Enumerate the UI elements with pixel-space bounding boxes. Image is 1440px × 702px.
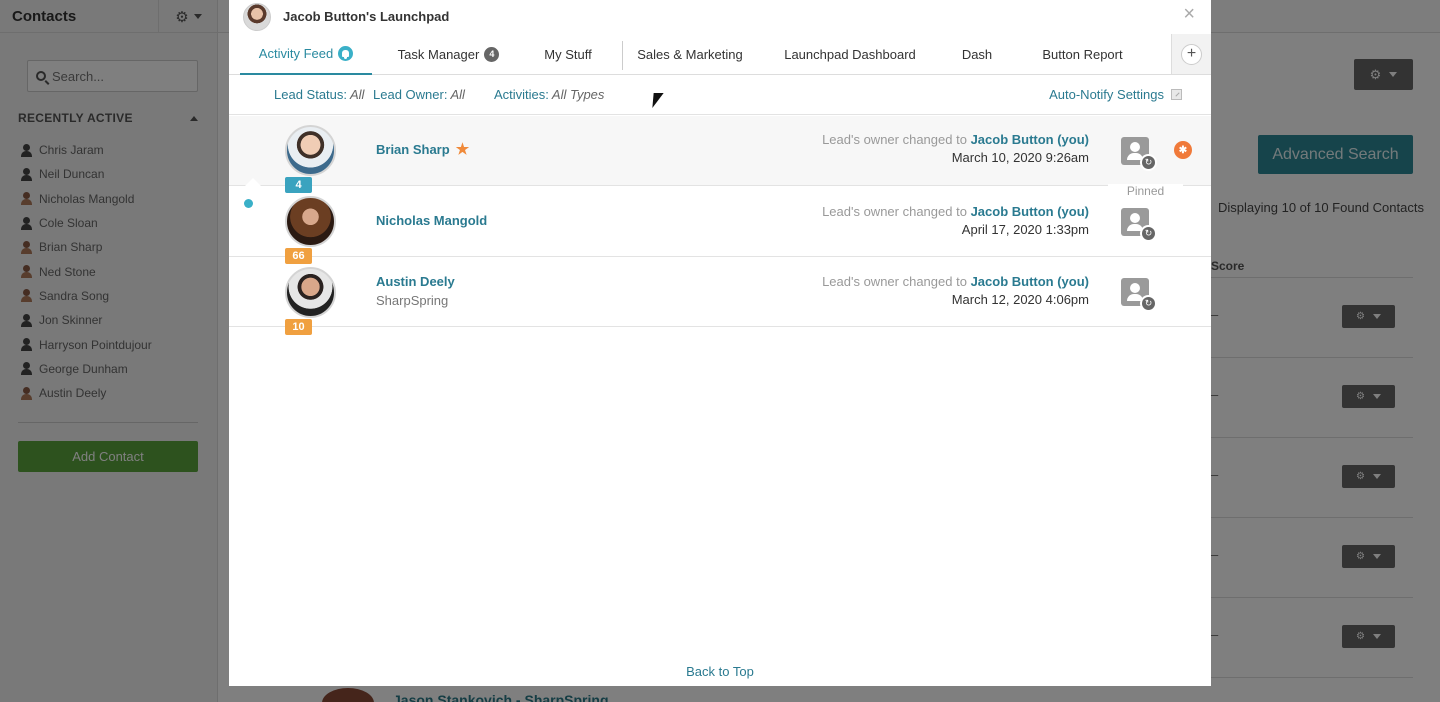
- launchpad-modal: Jacob Button's Launchpad × Activity Feed…: [229, 0, 1211, 686]
- contact-name-link[interactable]: Brian Sharp ★: [376, 142, 469, 157]
- activity-text: Lead's owner changed to: [822, 204, 967, 219]
- mouse-cursor-icon: [652, 93, 664, 108]
- close-icon[interactable]: ×: [1183, 2, 1195, 26]
- contact-name[interactable]: Austin Deely: [376, 274, 455, 289]
- lead-score-badge: 10: [285, 319, 312, 335]
- owner-link[interactable]: Jacob Button (you): [971, 204, 1089, 219]
- filter-label: Lead Owner:: [373, 87, 448, 102]
- tab-label: Button Report: [1042, 46, 1123, 62]
- tab-label: Dash: [961, 46, 993, 62]
- activity-timestamp: March 12, 2020 4:06pm: [951, 292, 1089, 307]
- contact-name[interactable]: Nicholas Mangold: [376, 213, 487, 228]
- launchpad-tabs: Activity Feed Task Manager 4 My Stuff Sa…: [229, 34, 1211, 75]
- pin-icon[interactable]: ✱: [1174, 141, 1192, 159]
- contact-avatar[interactable]: [285, 267, 336, 318]
- activity-timestamp: April 17, 2020 1:33pm: [961, 222, 1089, 237]
- tab-button-report[interactable]: Button Report: [1029, 34, 1136, 74]
- activity-text: Lead's owner changed to: [822, 132, 967, 147]
- contact-avatar[interactable]: [285, 125, 336, 176]
- activity-timestamp: March 10, 2020 9:26am: [951, 150, 1089, 165]
- filter-value: All: [350, 87, 365, 102]
- sync-icon: ↻: [1140, 295, 1157, 312]
- contact-company: SharpSpring: [376, 293, 449, 308]
- contact-name-link[interactable]: Nicholas Mangold: [376, 213, 487, 228]
- task-count-badge: 4: [484, 46, 500, 62]
- contact-avatar[interactable]: [285, 196, 336, 247]
- star-icon[interactable]: ★: [456, 142, 469, 157]
- sync-icon: ↻: [1140, 225, 1157, 242]
- tab-sales-marketing[interactable]: Sales & Marketing: [629, 34, 751, 74]
- owner-change-icon[interactable]: ↻: [1121, 278, 1157, 312]
- user-avatar: [243, 2, 271, 31]
- modal-title: Jacob Button's Launchpad: [283, 9, 450, 24]
- tab-task-manager[interactable]: Task Manager 4: [391, 34, 506, 74]
- tab-my-stuff[interactable]: My Stuff: [529, 34, 607, 74]
- tab-label: My Stuff: [544, 46, 592, 62]
- auto-notify-label: Auto-Notify Settings: [1049, 87, 1164, 102]
- owner-change-icon[interactable]: ↻: [1121, 137, 1157, 171]
- feed-item[interactable]: 66 Nicholas Mangold Lead's owner changed…: [229, 186, 1211, 264]
- owner-link[interactable]: Jacob Button (you): [971, 132, 1089, 147]
- tab-dash[interactable]: Dash: [947, 34, 1007, 74]
- pinned-notch: [245, 178, 261, 186]
- lead-owner-filter[interactable]: Lead Owner: All: [373, 87, 465, 102]
- contact-name-link[interactable]: Austin Deely: [376, 274, 455, 289]
- tab-label: Task Manager: [397, 46, 480, 62]
- filter-label: Activities:: [494, 87, 549, 102]
- filter-value: All: [450, 87, 465, 102]
- external-link-icon: [1171, 89, 1182, 100]
- owner-link[interactable]: Jacob Button (you): [971, 274, 1089, 289]
- filter-value: All Types: [551, 87, 605, 102]
- back-to-top-link[interactable]: Back to Top: [229, 664, 1211, 679]
- notification-bell-icon: [338, 46, 354, 61]
- unread-indicator: [244, 199, 253, 208]
- add-tab-button[interactable]: +: [1171, 34, 1211, 74]
- plus-icon: +: [1181, 43, 1202, 65]
- tab-label: Sales & Marketing: [637, 46, 743, 62]
- feed-item[interactable]: 10 Austin Deely SharpSpring Lead's owner…: [229, 257, 1211, 335]
- contact-name[interactable]: Brian Sharp: [376, 142, 450, 157]
- tab-label: Activity Feed: [258, 46, 334, 61]
- sync-icon: ↻: [1140, 154, 1157, 171]
- activity-text: Lead's owner changed to: [822, 274, 967, 289]
- activity-description: Lead's owner changed to Jacob Button (yo…: [822, 273, 1089, 309]
- tab-activity-feed[interactable]: Activity Feed: [240, 34, 372, 75]
- activity-description: Lead's owner changed to Jacob Button (yo…: [822, 131, 1089, 167]
- filter-label: Lead Status:: [274, 87, 347, 102]
- owner-change-icon[interactable]: ↻: [1121, 208, 1157, 242]
- tab-separator: [622, 41, 623, 70]
- lead-status-filter[interactable]: Lead Status: All: [274, 87, 364, 102]
- feed-filters: Lead Status: All Lead Owner: All Activitie…: [229, 75, 1211, 115]
- auto-notify-settings-link[interactable]: Auto-Notify Settings: [1049, 87, 1182, 102]
- feed-item[interactable]: 4 Brian Sharp ★ Lead's owner changed to …: [229, 116, 1211, 193]
- activity-description: Lead's owner changed to Jacob Button (yo…: [822, 203, 1089, 239]
- activities-filter[interactable]: Activities: All Types: [494, 87, 604, 102]
- tab-launchpad-dashboard[interactable]: Launchpad Dashboard: [774, 34, 926, 74]
- modal-header: Jacob Button's Launchpad ×: [229, 0, 1211, 33]
- tab-label: Launchpad Dashboard: [784, 46, 916, 62]
